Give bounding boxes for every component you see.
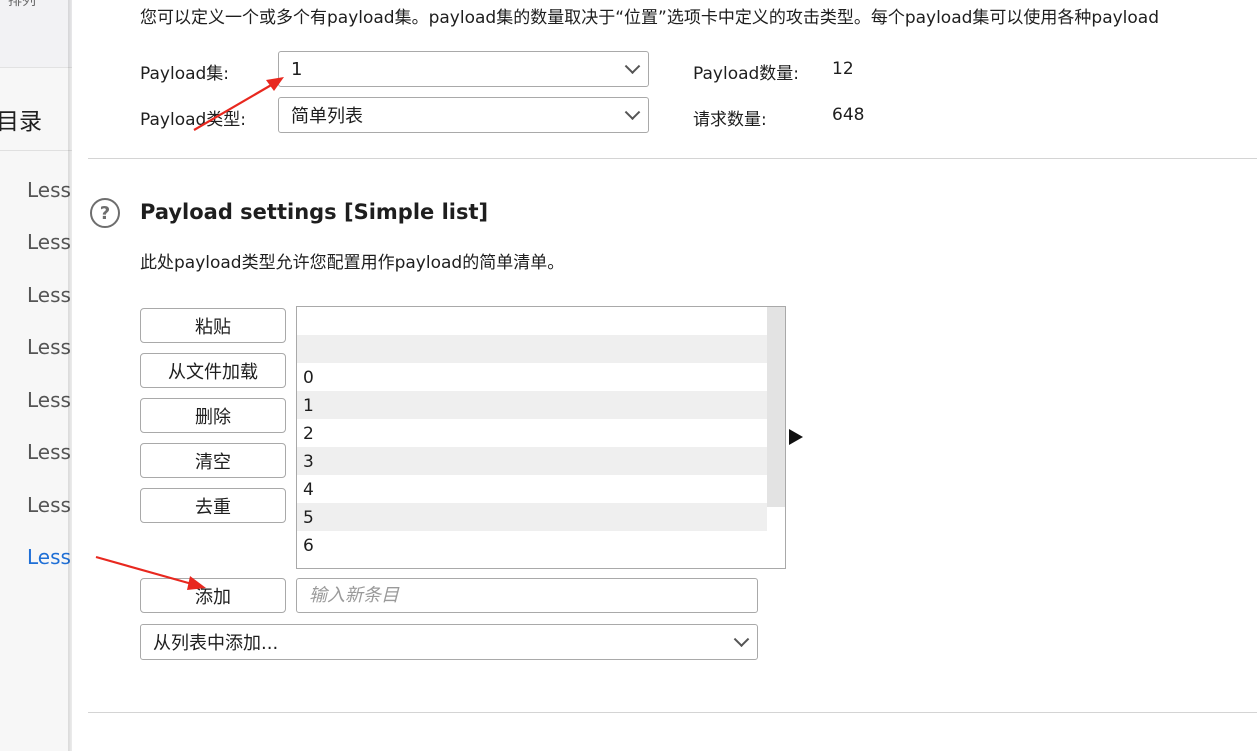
new-entry-input[interactable] — [296, 578, 758, 613]
payload-settings-description: 此处payload类型允许您配置用作payload的简单清单。 — [140, 253, 565, 273]
section-divider — [88, 158, 1257, 159]
chevron-down-icon — [733, 631, 750, 648]
deduplicate-button[interactable]: 去重 — [140, 488, 286, 523]
scrollbar-thumb[interactable] — [767, 307, 785, 507]
toc-lesson-link[interactable]: Less — [27, 545, 71, 569]
toc-lesson-link[interactable]: Less — [27, 388, 71, 412]
payload-type-select[interactable]: 简单列表 — [278, 97, 649, 133]
toc-lesson-link[interactable]: Less — [27, 178, 71, 202]
payload-list-item[interactable]: 3 — [297, 447, 767, 475]
chevron-down-icon — [624, 58, 641, 75]
payload-type-value: 简单列表 — [291, 106, 363, 127]
payload-settings-title: Payload settings [Simple list] — [140, 200, 489, 224]
toc-lesson-link[interactable]: Less — [27, 335, 71, 359]
toc-lesson-link[interactable]: Less — [27, 493, 71, 517]
payload-count-label: Payload数量: — [693, 64, 800, 84]
payload-list[interactable]: 0123456 — [296, 306, 786, 569]
request-count-value: 648 — [832, 105, 865, 125]
background-doc-top-text: 排列 — [8, 0, 36, 9]
add-button[interactable]: 添加 — [140, 578, 286, 613]
payload-list-item[interactable]: 0 — [297, 363, 767, 391]
toc-lesson-link[interactable]: Less — [27, 283, 71, 307]
payload-list-item[interactable]: 2 — [297, 419, 767, 447]
payload-sets-description: 您可以定义一个或多个有payload集。payload集的数量取决于“位置”选项… — [140, 8, 1160, 28]
payload-list-item[interactable] — [297, 307, 767, 335]
chevron-down-icon — [624, 104, 641, 121]
clear-button[interactable]: 清空 — [140, 443, 286, 478]
request-count-label: 请求数量: — [693, 110, 767, 130]
payload-list-item[interactable]: 1 — [297, 391, 767, 419]
toc-lesson-link[interactable]: Less — [27, 230, 71, 254]
background-doc-header — [0, 0, 72, 68]
paste-button[interactable]: 粘贴 — [140, 308, 286, 343]
payload-list-item[interactable] — [297, 335, 767, 363]
help-icon[interactable]: ? — [90, 198, 120, 228]
toc-divider — [0, 150, 72, 151]
payload-set-label: Payload集: — [140, 64, 230, 84]
payload-set-select[interactable]: 1 — [278, 51, 649, 87]
load-from-file-button[interactable]: 从文件加载 — [140, 353, 286, 388]
intruder-payloads-panel: 您可以定义一个或多个有payload集。payload集的数量取决于“位置”选项… — [72, 0, 1257, 751]
section-divider-bottom — [88, 712, 1257, 713]
toc-lesson-link[interactable]: Less — [27, 440, 71, 464]
payload-list-item[interactable]: 4 — [297, 475, 767, 503]
add-from-list-select[interactable]: 从列表中添加... — [140, 624, 758, 660]
payload-list-item[interactable]: 6 — [297, 531, 767, 559]
payload-type-label: Payload类型: — [140, 110, 247, 130]
payload-count-value: 12 — [832, 59, 854, 79]
payload-set-value: 1 — [291, 58, 303, 80]
add-from-list-value: 从列表中添加... — [153, 633, 279, 654]
payload-list-item[interactable]: 5 — [297, 503, 767, 531]
remove-button[interactable]: 删除 — [140, 398, 286, 433]
expand-arrow-icon[interactable] — [789, 429, 803, 445]
toc-heading: 目录 — [0, 109, 42, 135]
